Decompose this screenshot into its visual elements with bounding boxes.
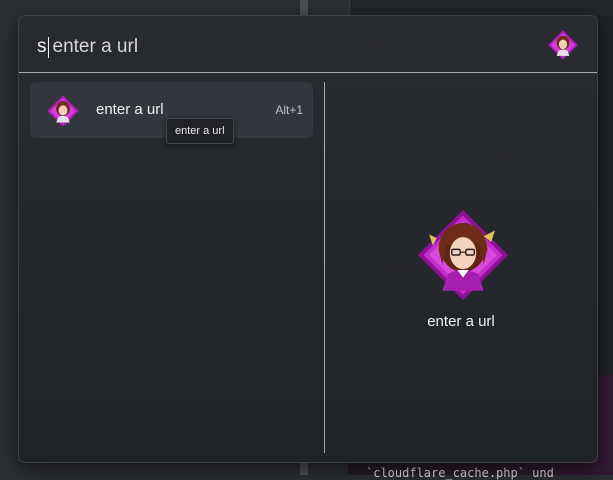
background-window-top (349, 0, 613, 16)
result-shortcut: Alt+1 (275, 103, 303, 117)
preview-title: enter a url (427, 313, 495, 330)
result-title: enter a url (96, 101, 164, 118)
result-tooltip: enter a url (166, 118, 234, 144)
search-bar[interactable]: s enter a url (19, 16, 597, 73)
background-code-text: `cloudflare_cache.php` und (366, 466, 554, 480)
anime-avatar-icon (417, 209, 509, 301)
search-input[interactable]: s enter a url (37, 34, 138, 60)
text-caret (47, 36, 49, 58)
results-list: enter a url Alt+1 enter a url (19, 73, 324, 462)
launcher-window: s enter a url enter a url Alt+1 enter a … (18, 15, 598, 463)
search-suggestion-text: enter a url (52, 36, 139, 57)
search-typed-text: s (37, 36, 47, 57)
preview-pane: enter a url (325, 73, 597, 462)
anime-avatar-icon (47, 95, 79, 127)
anime-avatar-icon (548, 30, 578, 60)
